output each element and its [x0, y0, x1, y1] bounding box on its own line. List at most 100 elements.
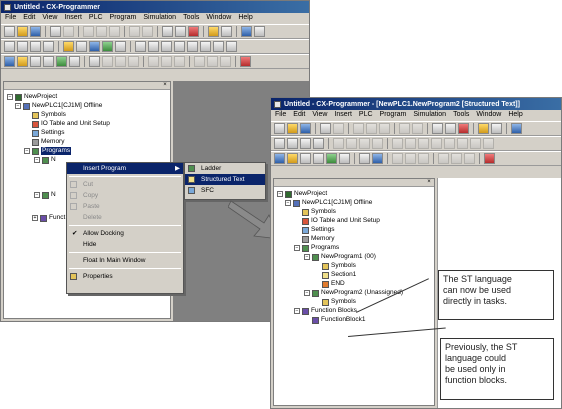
- warning-icon[interactable]: [484, 153, 495, 164]
- menu-program[interactable]: Program: [380, 111, 407, 120]
- open-icon[interactable]: [17, 26, 28, 37]
- tree-item-symbols[interactable]: Symbols: [32, 111, 66, 119]
- output-window-icon[interactable]: [287, 153, 298, 164]
- work-online-icon[interactable]: [392, 153, 403, 164]
- collapse-icon[interactable]: −: [34, 192, 40, 198]
- online-edit-icon[interactable]: [194, 56, 205, 67]
- menu-tools[interactable]: Tools: [183, 14, 199, 23]
- mnemonics-icon[interactable]: [102, 56, 113, 67]
- rung-bookmark-icon[interactable]: [89, 41, 100, 52]
- watch-window-icon[interactable]: [300, 153, 311, 164]
- menu-item-float-in-main-window[interactable]: Float In Main Window: [67, 255, 183, 266]
- paste-icon[interactable]: [109, 26, 120, 37]
- show-comments-icon[interactable]: [76, 41, 87, 52]
- new-closed-contact-icon[interactable]: [405, 138, 416, 149]
- rung-bookmark-icon[interactable]: [359, 138, 370, 149]
- zoom-out-icon[interactable]: [300, 138, 311, 149]
- new-contact-icon[interactable]: [135, 41, 146, 52]
- collapse-icon[interactable]: −: [294, 245, 300, 251]
- watch-window-icon[interactable]: [30, 56, 41, 67]
- menu-plc[interactable]: PLC: [89, 14, 103, 23]
- run-mode-icon[interactable]: [148, 56, 159, 67]
- menu-window[interactable]: Window: [476, 111, 501, 120]
- tree-item-function-blocks[interactable]: − Function Blocks: [294, 307, 357, 315]
- new-contact-icon[interactable]: [392, 138, 403, 149]
- new-closed-coil-icon[interactable]: [226, 41, 237, 52]
- collapse-icon[interactable]: −: [294, 308, 300, 314]
- program-mode-icon[interactable]: [405, 153, 416, 164]
- window-icon-2[interactable]: [254, 26, 265, 37]
- tree-item-settings[interactable]: Settings: [302, 226, 335, 234]
- transfer-icon[interactable]: [451, 153, 462, 164]
- menu-insert[interactable]: Insert: [64, 14, 82, 23]
- new-icon[interactable]: [4, 26, 15, 37]
- menu-tools[interactable]: Tools: [453, 111, 469, 120]
- project-workspace-icon[interactable]: [4, 56, 15, 67]
- new-closed-coil-icon[interactable]: [483, 138, 494, 149]
- print-preview-icon[interactable]: [333, 123, 344, 134]
- new-coil-icon[interactable]: [470, 138, 481, 149]
- menu-item-delete[interactable]: Delete: [67, 212, 183, 223]
- menu-item-hide[interactable]: Hide: [67, 239, 183, 250]
- monitor-icon[interactable]: [372, 138, 383, 149]
- tree-item-section1[interactable]: Section1: [322, 271, 356, 279]
- context-help-icon[interactable]: [221, 26, 232, 37]
- new-or-icon[interactable]: [161, 41, 172, 52]
- compare-icon[interactable]: [207, 56, 218, 67]
- show-attributes-icon[interactable]: [115, 41, 126, 52]
- copy-icon[interactable]: [366, 123, 377, 134]
- new-coil-icon[interactable]: [213, 41, 224, 52]
- collapse-icon[interactable]: −: [15, 103, 21, 109]
- new-closed-contact-icon[interactable]: [148, 41, 159, 52]
- menu-edit[interactable]: Edit: [293, 111, 305, 120]
- menu-file[interactable]: File: [275, 111, 286, 120]
- horizontal-line-icon[interactable]: [457, 138, 468, 149]
- force-icon[interactable]: [220, 56, 231, 67]
- menu-insert[interactable]: Insert: [334, 111, 352, 120]
- view-icon[interactable]: [339, 153, 350, 164]
- view-icon[interactable]: [69, 56, 80, 67]
- new-closed-or-icon[interactable]: [174, 41, 185, 52]
- tree-item-memory[interactable]: Memory: [32, 138, 64, 146]
- properties-icon[interactable]: [326, 153, 337, 164]
- zoom-fit-icon[interactable]: [313, 138, 324, 149]
- zoom-fit-icon[interactable]: [43, 41, 54, 52]
- menu-item-properties[interactable]: Properties: [67, 271, 183, 282]
- print-icon[interactable]: [50, 26, 61, 37]
- save-icon[interactable]: [300, 123, 311, 134]
- replace-icon[interactable]: [175, 26, 186, 37]
- tree-item-plc[interactable]: − NewPLC1[CJ1M] Offline: [285, 199, 372, 207]
- replace-icon[interactable]: [445, 123, 456, 134]
- project-workspace-icon[interactable]: [274, 153, 285, 164]
- select-mode-icon[interactable]: [4, 41, 15, 52]
- menu-simulation[interactable]: Simulation: [143, 14, 176, 23]
- tree-item-program1-symbols[interactable]: Symbols: [322, 262, 356, 270]
- cut-icon[interactable]: [83, 26, 94, 37]
- collapse-icon[interactable]: −: [7, 94, 13, 100]
- window-1-titlebar[interactable]: Untitled - CX-Programmer: [1, 1, 309, 13]
- tree-item-project[interactable]: − NewProject: [7, 93, 57, 101]
- tree-item-program1[interactable]: − NewProgram1 (00): [304, 253, 376, 261]
- tree-item-project[interactable]: − NewProject: [277, 190, 327, 198]
- menu-edit[interactable]: Edit: [23, 14, 35, 23]
- window-icon[interactable]: [241, 26, 252, 37]
- redo-icon[interactable]: [412, 123, 423, 134]
- tree-item-memory[interactable]: Memory: [302, 235, 334, 243]
- horizontal-line-icon[interactable]: [200, 41, 211, 52]
- tree-item-io-table[interactable]: IO Table and Unit Setup: [302, 217, 380, 225]
- undo-icon[interactable]: [129, 26, 140, 37]
- menu-view[interactable]: View: [312, 111, 327, 120]
- paste-icon[interactable]: [379, 123, 390, 134]
- find-icon[interactable]: [162, 26, 173, 37]
- toggle-grid-icon[interactable]: [63, 41, 74, 52]
- menu-help[interactable]: Help: [238, 14, 252, 23]
- run-mode-icon[interactable]: [418, 153, 429, 164]
- redo-icon[interactable]: [142, 26, 153, 37]
- tree-item-program-partial-1[interactable]: − N: [34, 156, 56, 164]
- expand-icon[interactable]: +: [32, 215, 38, 221]
- new-closed-or-icon[interactable]: [431, 138, 442, 149]
- zoom-out-icon[interactable]: [30, 41, 41, 52]
- monitor-icon[interactable]: [102, 41, 113, 52]
- help-icon[interactable]: [208, 26, 219, 37]
- tree-item-function-block1[interactable]: FunctionBlock1: [312, 316, 365, 324]
